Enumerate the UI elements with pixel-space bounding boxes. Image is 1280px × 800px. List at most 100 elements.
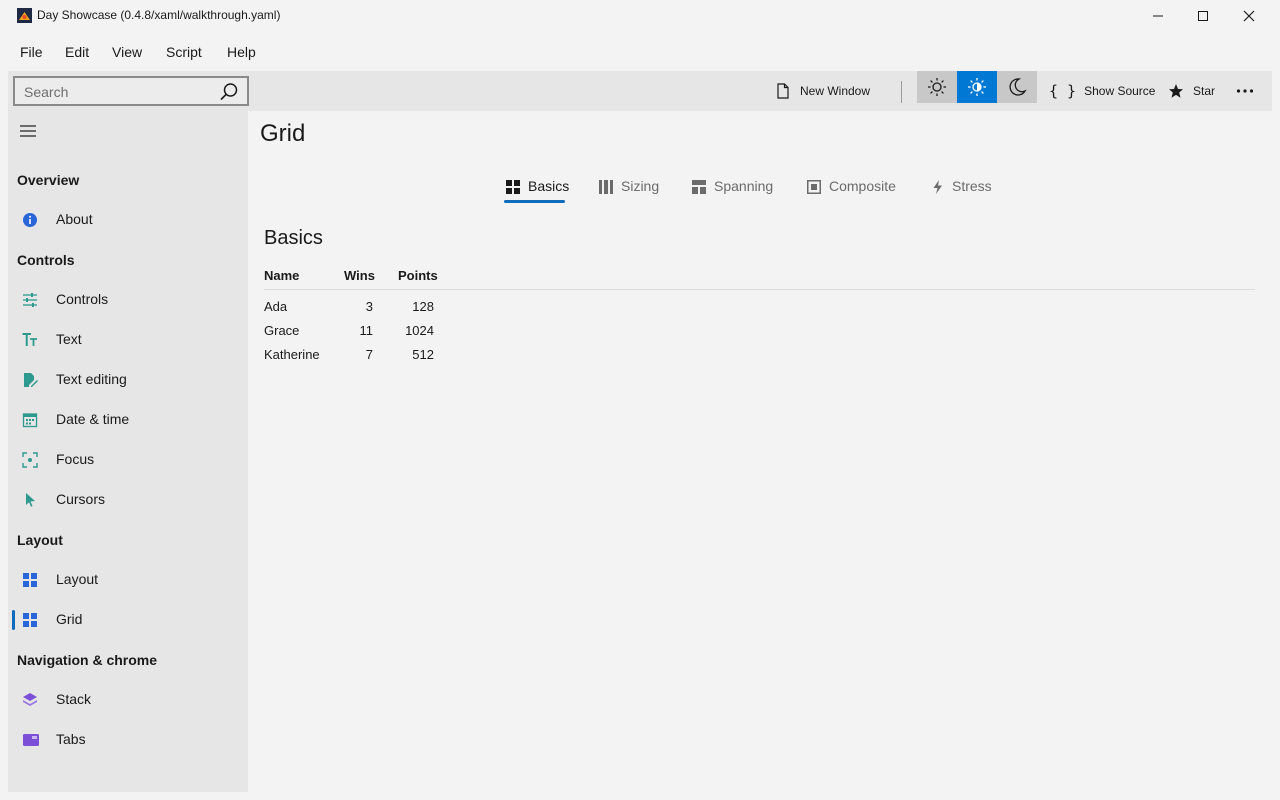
tab-composite[interactable]: Composite	[807, 178, 896, 206]
stack-icon	[23, 693, 37, 706]
close-button[interactable]	[1226, 0, 1272, 32]
cell-name: Ada	[264, 299, 288, 314]
sidebar-item-date-time[interactable]: Date & time	[8, 402, 248, 438]
menu-edit[interactable]: Edit	[65, 44, 89, 60]
menu-file[interactable]: File	[20, 44, 43, 60]
focus-icon	[22, 452, 38, 468]
info-icon	[23, 213, 37, 227]
spanning-icon	[692, 180, 706, 194]
sidebar-item-label: Date & time	[56, 411, 130, 427]
sun-icon	[928, 78, 946, 96]
menu-bar: File Edit View Script Help	[0, 36, 1280, 68]
cell-name: Katherine	[264, 347, 320, 362]
minimize-button[interactable]	[1135, 0, 1181, 32]
close-icon	[1243, 10, 1255, 22]
cell-points: 512	[412, 347, 434, 362]
composite-icon	[807, 180, 821, 194]
new-window-label: New Window	[800, 84, 871, 98]
system-theme-button[interactable]	[957, 71, 997, 103]
search-icon[interactable]	[219, 82, 239, 102]
more-icon	[1236, 89, 1254, 93]
sidebar-item-label: Controls	[56, 291, 109, 307]
sidebar-item-focus[interactable]: Focus	[8, 442, 248, 478]
cursor-icon	[26, 493, 35, 507]
sidebar-item-label: Grid	[56, 611, 83, 627]
sidebar-item-stack[interactable]: Stack	[8, 682, 248, 718]
page-title: Grid	[260, 120, 306, 147]
tab-label: Spanning	[714, 178, 774, 194]
tab-sizing[interactable]: Sizing	[599, 178, 659, 206]
sidebar-item-controls[interactable]: Controls	[8, 282, 248, 318]
title-bar: Day Showcase (0.4.8/xaml/walkthrough.yam…	[0, 0, 1280, 32]
new-window-button[interactable]: New Window	[776, 71, 870, 111]
section-title: Basics	[264, 227, 323, 249]
maximize-button[interactable]	[1180, 0, 1226, 32]
lightning-icon	[933, 180, 942, 194]
column-header-name: Name	[264, 268, 300, 283]
tab-label: Sizing	[621, 178, 660, 194]
sidebar: Overview About Controls Controls Text Te…	[8, 111, 248, 792]
new-document-icon	[777, 83, 789, 99]
menu-script[interactable]: Script	[166, 44, 202, 60]
sidebar-item-label: Text editing	[56, 371, 127, 387]
tab-spanning[interactable]: Spanning	[692, 178, 773, 206]
menu-help[interactable]: Help	[227, 44, 256, 60]
light-theme-button[interactable]	[917, 71, 957, 103]
sidebar-item-label: Stack	[56, 691, 92, 707]
more-options-button[interactable]	[1236, 71, 1254, 111]
minimize-icon	[1153, 15, 1163, 17]
selection-indicator	[12, 610, 15, 630]
dark-theme-button[interactable]	[997, 71, 1037, 103]
app-icon	[17, 8, 32, 23]
cell-name: Grace	[264, 323, 300, 338]
window-title: Day Showcase (0.4.8/xaml/walkthrough.yam…	[37, 8, 281, 22]
grid-icon	[23, 613, 37, 627]
sidebar-item-label: About	[56, 211, 93, 227]
search-placeholder: Search	[24, 84, 69, 100]
toolbar-separator	[901, 81, 902, 103]
sidebar-item-tabs[interactable]: Tabs	[8, 722, 248, 758]
hamburger-menu-icon[interactable]	[20, 124, 36, 138]
sidebar-item-about[interactable]: About	[8, 202, 248, 238]
tab-label: Stress	[952, 178, 992, 194]
cell-wins: 11	[359, 323, 374, 338]
tab-label: Composite	[829, 178, 896, 194]
sidebar-item-label: Tabs	[56, 731, 86, 747]
edit-doc-icon	[24, 373, 38, 387]
grid-icon	[23, 573, 37, 587]
tab-label: Basics	[528, 178, 570, 194]
sidebar-item-layout[interactable]: Layout	[8, 562, 248, 598]
section-navigation-chrome: Navigation & chrome	[17, 652, 158, 668]
sidebar-item-text-editing[interactable]: Text editing	[8, 362, 248, 398]
sidebar-item-label: Layout	[56, 571, 99, 587]
cell-points: 1024	[405, 323, 434, 338]
cell-points: 128	[412, 299, 434, 314]
text-size-icon	[22, 333, 37, 346]
braces-icon: { }	[1049, 82, 1077, 100]
moon-icon	[1009, 78, 1027, 96]
sidebar-item-label: Text	[56, 331, 82, 347]
tab-stress[interactable]: Stress	[932, 178, 992, 206]
star-label: Star	[1193, 84, 1216, 98]
header-divider	[264, 289, 1255, 290]
sidebar-item-grid[interactable]: Grid	[8, 602, 248, 638]
section-overview: Overview	[17, 172, 80, 188]
toolbar: Search New Window {} Show Source Star	[8, 71, 1272, 111]
section-layout: Layout	[17, 532, 63, 548]
star-button[interactable]: Star	[1168, 71, 1215, 111]
show-source-button[interactable]: { } Show Source	[1049, 71, 1155, 111]
columns-icon	[599, 180, 613, 194]
active-tab-indicator	[504, 200, 565, 203]
sidebar-item-cursors[interactable]: Cursors	[8, 482, 248, 518]
search-input[interactable]: Search	[13, 76, 249, 106]
sidebar-item-label: Focus	[56, 451, 95, 467]
calendar-icon	[22, 413, 38, 428]
sidebar-item-text[interactable]: Text	[8, 322, 248, 358]
show-source-label: Show Source	[1084, 84, 1156, 98]
tabs-icon	[23, 734, 39, 746]
column-header-points: Points	[398, 268, 438, 283]
column-header-wins: Wins	[344, 268, 375, 283]
section-controls: Controls	[17, 252, 75, 268]
menu-view[interactable]: View	[112, 44, 142, 60]
sidebar-item-label: Cursors	[56, 491, 106, 507]
